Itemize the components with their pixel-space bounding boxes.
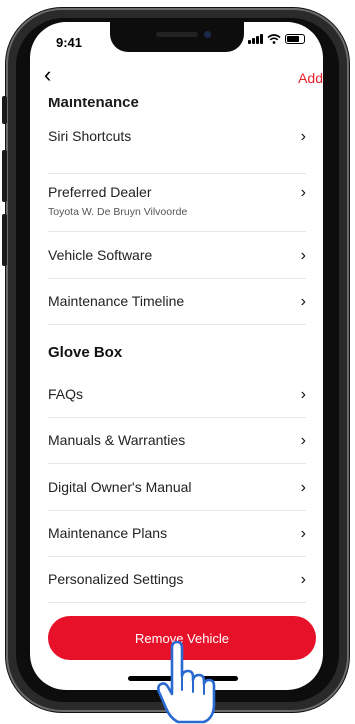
list-item-preferred-dealer[interactable]: Preferred Dealer Toyota W. De Bruyn Vilv… xyxy=(48,184,306,232)
add-button[interactable]: Add xyxy=(298,70,323,86)
list-item-digital-owners-manual[interactable]: Digital Owner's Manual › xyxy=(48,479,306,511)
volume-up-button xyxy=(2,150,7,202)
list-item-label: Maintenance Plans xyxy=(48,525,168,541)
section-glove-box: Glove Box xyxy=(48,344,123,361)
list-item-maintenance-timeline[interactable]: Maintenance Timeline › xyxy=(48,293,306,325)
list-item-label: FAQs xyxy=(48,386,84,402)
hand-pointer-icon xyxy=(157,640,216,724)
list-item-vehicle-software[interactable]: Vehicle Software › xyxy=(48,247,306,279)
chevron-right-icon: › xyxy=(300,525,306,542)
list-item-label: Siri Shortcuts xyxy=(48,128,132,144)
list-item-label: Digital Owner's Manual xyxy=(48,479,192,495)
list-item-maintenance-plans[interactable]: Maintenance Plans › xyxy=(48,525,306,557)
chevron-right-icon: › xyxy=(300,293,306,310)
list-item-label: Preferred Dealer xyxy=(48,184,152,200)
app-screen: 9:41 ‹ Add Maintenance Siri Shortcuts › … xyxy=(30,22,323,690)
wifi-icon xyxy=(267,34,281,44)
mute-switch xyxy=(2,96,7,124)
chevron-right-icon: › xyxy=(300,571,306,588)
status-icons xyxy=(248,34,305,44)
list-item-siri-shortcuts[interactable]: Siri Shortcuts › xyxy=(48,128,306,174)
status-time: 9:41 xyxy=(56,35,83,50)
list-item-label: Vehicle Software xyxy=(48,247,153,263)
chevron-right-icon: › xyxy=(300,479,306,496)
back-arrow-icon[interactable]: ‹ xyxy=(44,64,51,86)
camera xyxy=(204,31,211,38)
list-item-label: Maintenance Timeline xyxy=(48,293,185,309)
list-item-manuals-warranties[interactable]: Manuals & Warranties › xyxy=(48,432,306,464)
volume-down-button xyxy=(2,214,7,266)
chevron-right-icon: › xyxy=(300,247,306,264)
section-maintenance: Maintenance xyxy=(48,98,139,110)
chevron-right-icon: › xyxy=(300,432,306,449)
chevron-right-icon: › xyxy=(300,184,306,201)
speaker xyxy=(156,32,198,37)
dealer-name: Toyota W. De Bruyn Vilvoorde xyxy=(48,206,188,218)
notch xyxy=(110,22,244,52)
list-item-label: Personalized Settings xyxy=(48,571,184,587)
chevron-right-icon: › xyxy=(300,386,306,403)
list-item-label: Manuals & Warranties xyxy=(48,432,186,448)
list-item-faqs[interactable]: FAQs › xyxy=(48,386,306,418)
chevron-right-icon: › xyxy=(300,128,306,145)
battery-icon xyxy=(285,34,305,44)
signal-icon xyxy=(248,34,263,44)
list-item-personalized-settings[interactable]: Personalized Settings › xyxy=(48,571,306,603)
